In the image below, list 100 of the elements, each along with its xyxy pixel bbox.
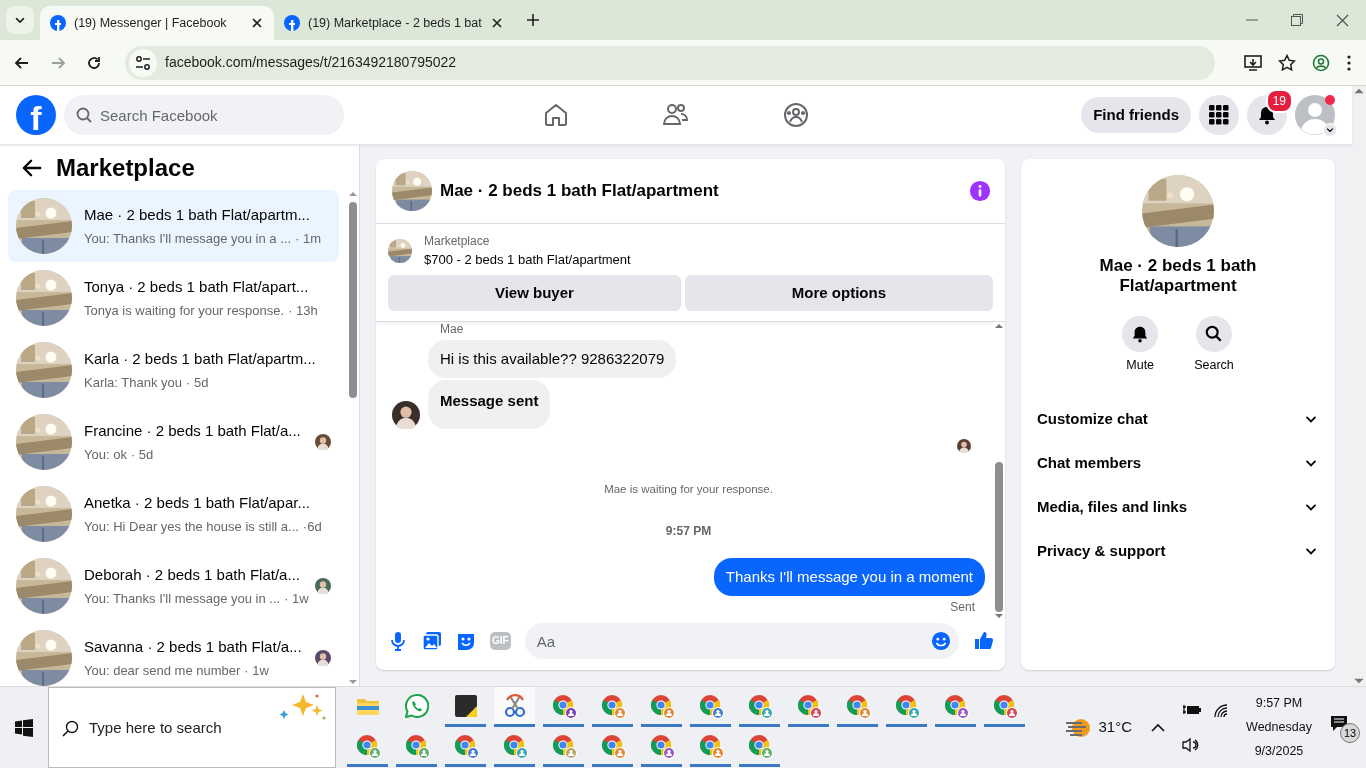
install-icon[interactable] — [1244, 53, 1262, 72]
message-time: · 13h — [288, 302, 318, 321]
close-icon[interactable] — [489, 16, 504, 30]
conversation-item[interactable]: Deborah · 2 beds 1 bath Flat/a... You: Thanks I'll message you in ... · 1w — [8, 550, 339, 623]
action-label: Mute — [1126, 357, 1155, 374]
clock-date[interactable]: 9/3/2025 — [1254, 741, 1304, 761]
info-icon[interactable] — [969, 180, 991, 203]
volume-icon[interactable] — [1182, 735, 1200, 754]
conversation-name: Karla · 2 beds 1 bath Flat/apartm... — [84, 348, 317, 369]
apps-button[interactable] — [1199, 95, 1239, 135]
bell-icon — [1131, 325, 1150, 343]
conversation-item[interactable]: Tonya · 2 beds 1 bath Flat/apart... Tonya is waiting for your response. · 13h — [8, 262, 339, 335]
close-icon[interactable] — [250, 16, 264, 30]
message-bubble: Message sent — [428, 380, 551, 429]
message-time: · 1m — [295, 230, 321, 249]
star-icon[interactable] — [1278, 53, 1296, 72]
action-label: Search — [1194, 357, 1234, 374]
clock-time[interactable]: 9:57 PM — [1255, 694, 1303, 714]
address-field[interactable]: facebook.com/messages/t/2163492180795022 — [165, 52, 457, 73]
conversation-name: Deborah · 2 beds 1 bath Flat/a... — [84, 564, 301, 585]
tab-title: (19) Messenger | Facebook — [74, 14, 228, 32]
conversation-item[interactable]: Francine · 2 beds 1 bath Flat/a... You: ok · 5d — [8, 406, 339, 479]
message-field[interactable]: Aa — [524, 623, 959, 660]
search-icon — [76, 107, 92, 123]
message-preview: Tonya is waiting for your response. — [84, 302, 285, 321]
browser-profile-icon — [697, 692, 724, 719]
search-field[interactable]: Type here to search — [49, 688, 335, 767]
section-header[interactable]: Customize chat — [1037, 396, 1319, 441]
browser-profile-icon — [648, 732, 675, 759]
scrollbar[interactable] — [1352, 86, 1366, 686]
logo[interactable]: f — [16, 95, 56, 135]
chat-title: Mae · 2 beds 1 bath Flat/apartment — [1098, 256, 1258, 296]
message-preview: You: dear send me number — [84, 662, 241, 681]
caret-icon[interactable] — [1150, 721, 1166, 734]
profile-icon[interactable] — [1312, 53, 1330, 72]
section-header[interactable]: Privacy & support — [1037, 528, 1319, 573]
back-icon[interactable] — [22, 157, 42, 178]
message-time: · 5d — [130, 446, 154, 465]
clock-day[interactable]: Wednesday — [1246, 718, 1312, 737]
browser-profile-icon — [942, 692, 969, 719]
sidebar-title: Marketplace — [56, 152, 195, 183]
site-settings-icon[interactable] — [135, 54, 151, 71]
microphone-icon[interactable] — [388, 631, 408, 652]
scrollbar[interactable] — [993, 322, 1005, 621]
browser-profile-icon — [648, 692, 675, 719]
sticker-icon[interactable] — [456, 631, 476, 652]
scroll-thumb[interactable] — [995, 462, 1003, 613]
conversation-item[interactable]: Mae · 2 beds 1 bath Flat/apartm... You: Thanks I'll message you in a ... · 1m — [8, 190, 339, 263]
browser-profile-icon — [893, 692, 920, 719]
new-tab-icon[interactable] — [525, 13, 540, 27]
notification-badge: 19 — [1265, 89, 1293, 113]
sparkle-icon — [279, 692, 327, 722]
section-header[interactable]: Media, files and links — [1037, 484, 1319, 529]
menu-icon[interactable] — [1346, 53, 1352, 72]
grid-icon — [1209, 105, 1229, 125]
conversation-item[interactable]: Karla · 2 beds 1 bath Flat/apartm... Karla: Thank you · 5d — [8, 334, 339, 407]
listing-title: $700 - 2 beds 1 bath Flat/apartment — [424, 251, 631, 270]
conversation-name: Tonya · 2 beds 1 bath Flat/apart... — [84, 276, 310, 297]
browser-profile-icon — [697, 732, 724, 759]
wifi-icon[interactable] — [1212, 701, 1230, 718]
browser-profile-icon — [746, 692, 773, 719]
message-bubble: Thanks I'll message you in a moment — [713, 557, 985, 597]
scroll-up-icon[interactable] — [994, 322, 1004, 330]
section-header[interactable]: Chat members — [1037, 440, 1319, 485]
conversation-name: Francine · 2 beds 1 bath Flat/a... — [84, 420, 302, 441]
emoji-icon[interactable] — [931, 631, 951, 652]
notification-badge: 13 — [1340, 722, 1360, 743]
action-button[interactable] — [1196, 316, 1232, 352]
caret-icon[interactable] — [1325, 125, 1335, 135]
conversation-name: Anetka · 2 beds 1 bath Flat/apar... — [84, 492, 311, 513]
scroll-up-icon[interactable] — [348, 190, 358, 199]
home-icon[interactable] — [542, 101, 570, 129]
scissors-icon — [502, 693, 527, 718]
photo-icon[interactable] — [422, 631, 442, 652]
action-button[interactable]: View buyer — [388, 275, 681, 311]
action-button[interactable]: More options — [684, 275, 993, 311]
logo-icon — [50, 15, 66, 31]
group-icon[interactable] — [782, 101, 810, 129]
browser-profile-icon — [599, 732, 626, 759]
tab-list-button[interactable] — [6, 6, 34, 34]
find-friends-button[interactable]: Find friends — [1081, 97, 1191, 133]
search-icon — [1205, 325, 1223, 343]
browser-tab[interactable]: (19) Marketplace - 2 beds 1 bat — [274, 6, 514, 40]
conversation-item[interactable]: Anetka · 2 beds 1 bath Flat/apar... You: Hi Dear yes the house is still a... ·6d — [8, 478, 339, 551]
browser-profile-icon — [746, 732, 773, 759]
conversation-name: Savanna · 2 beds 1 bath Flat/a... — [84, 636, 303, 657]
message-bubble: Hi is this available?? 9286322079 — [428, 339, 677, 379]
restore-icon[interactable] — [1291, 14, 1303, 26]
search-field[interactable]: Search Facebook — [64, 95, 344, 135]
browser-tab[interactable]: (19) Messenger | Facebook — [40, 6, 274, 40]
conversation-item[interactable]: Savanna · 2 beds 1 bath Flat/a... You: dear send me number · 1w — [8, 622, 339, 686]
message-preview: You: Thanks I'll message you in a ... — [84, 230, 291, 249]
action-button[interactable] — [1122, 316, 1159, 352]
listing-source: Marketplace — [424, 233, 491, 251]
sender-name: Mae — [439, 320, 465, 338]
windows-icon — [15, 718, 33, 737]
message-preview: Karla: Thank you — [84, 374, 183, 393]
message-time: · 5d — [186, 374, 209, 393]
message-time: ·6d — [302, 518, 322, 537]
scroll-thumb[interactable] — [349, 202, 357, 399]
